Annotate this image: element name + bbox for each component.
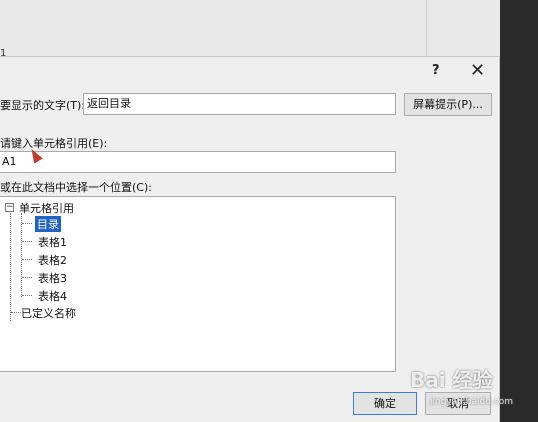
tree-connector: [22, 295, 32, 296]
column-divider: [426, 0, 427, 62]
watermark-logo: Bai 经验: [410, 368, 493, 392]
display-text-label: 要显示的文字(T):: [0, 99, 86, 112]
tree-connector: [22, 277, 32, 278]
tree-node-cell-reference[interactable]: 单元格引用: [19, 200, 74, 216]
tree-connector: [10, 213, 11, 321]
location-label: 或在此文档中选择一个位置(C):: [0, 181, 152, 194]
tree-connector: [11, 312, 21, 313]
close-button[interactable]: ✕: [470, 60, 485, 81]
tree-node-sheet1[interactable]: 表格1: [38, 234, 67, 250]
spreadsheet-background: 1: [0, 0, 500, 62]
tree-connector: [22, 259, 32, 260]
help-button[interactable]: ?: [432, 63, 440, 78]
watermark-url: jingyan.baidu.com: [430, 397, 514, 407]
dialog-titlebar: ? ✕: [0, 57, 499, 85]
background-strip: [500, 0, 538, 422]
display-text-input[interactable]: 返回目录: [83, 93, 396, 115]
cell-ref-label: 请键入单元格引用(E):: [0, 137, 108, 150]
tree-connector: [22, 223, 32, 224]
ok-button[interactable]: 确定: [353, 392, 417, 415]
tree-node-defined-names[interactable]: 已定义名称: [21, 305, 76, 321]
cell-ref-input[interactable]: A1: [0, 151, 396, 173]
tree-connector: [21, 213, 22, 297]
tree-node-toc[interactable]: 目录: [35, 216, 61, 232]
tree-connector: [22, 241, 32, 242]
collapse-icon[interactable]: −: [5, 203, 14, 212]
location-tree[interactable]: − 单元格引用 目录 表格1 表格2 表格3 表格4 已定义名称: [0, 196, 396, 372]
tree-node-sheet2[interactable]: 表格2: [38, 252, 67, 268]
screentip-button[interactable]: 屏幕提示(P)...: [404, 93, 492, 116]
tree-node-sheet3[interactable]: 表格3: [38, 270, 67, 286]
tree-node-sheet4[interactable]: 表格4: [38, 288, 67, 304]
